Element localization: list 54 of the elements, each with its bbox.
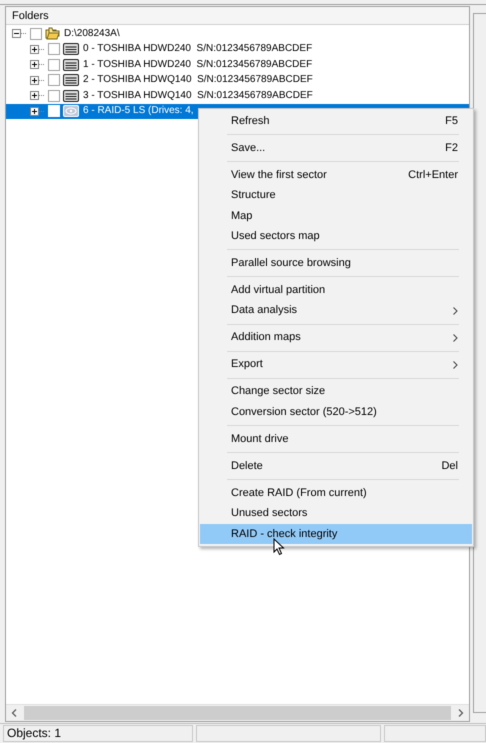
checkbox[interactable] bbox=[48, 58, 60, 71]
menu-item[interactable]: RAID - check integrity bbox=[200, 524, 472, 544]
tree-item-label[interactable]: 2 - TOSHIBA HDWQ140 S/N:0123456789ABCDEF bbox=[82, 73, 314, 88]
menu-item[interactable]: Mount drive bbox=[200, 428, 472, 450]
hard-drive-icon bbox=[63, 43, 79, 56]
scroll-right-icon[interactable] bbox=[457, 709, 464, 717]
menu-item[interactable]: Parallel source browsing bbox=[200, 253, 472, 274]
tree-item-label[interactable]: 1 - TOSHIBA HDWD240 S/N:0123456789ABCDEF bbox=[82, 58, 314, 72]
menu-item[interactable]: Addition maps bbox=[200, 327, 472, 348]
menu-item[interactable]: Conversion sector (520->512) bbox=[200, 402, 472, 422]
menu-item[interactable]: Refresh F5 bbox=[200, 111, 472, 132]
expand-toggle[interactable] bbox=[30, 60, 39, 70]
shortcut-label: F5 bbox=[445, 114, 458, 129]
tree-item-label[interactable]: 3 - TOSHIBA HDWQ140 S/N:0123456789ABCDEF bbox=[82, 88, 314, 103]
menu-item[interactable]: Used sectors map bbox=[200, 226, 472, 247]
menu-item[interactable]: Create RAID (From current) bbox=[200, 482, 472, 504]
disk-array-icon bbox=[63, 105, 79, 118]
tree-line bbox=[39, 110, 44, 112]
menu-item[interactable]: Map bbox=[200, 206, 472, 226]
tree-item-label[interactable]: D:\208243A\ bbox=[63, 26, 121, 41]
menu-item[interactable]: Structure bbox=[200, 185, 472, 206]
scrollbar-thumb[interactable] bbox=[24, 706, 451, 720]
menu-item[interactable]: Unused sectors bbox=[200, 503, 472, 524]
checkbox[interactable] bbox=[48, 90, 60, 102]
hard-drive-icon bbox=[63, 90, 79, 102]
expand-toggle[interactable] bbox=[30, 106, 39, 116]
status-bar-panel: Objects: 1 bbox=[3, 725, 193, 742]
expand-toggle[interactable] bbox=[30, 91, 39, 100]
hard-drive-icon bbox=[63, 74, 79, 86]
menu-item[interactable]: Add virtual partition bbox=[200, 280, 472, 300]
scroll-left-icon[interactable] bbox=[11, 709, 18, 717]
menu-item[interactable]: Export bbox=[200, 354, 472, 375]
tree-line bbox=[39, 80, 44, 81]
menu-item[interactable]: Change sector size bbox=[200, 381, 472, 402]
shortcut-label: Del bbox=[441, 458, 458, 474]
shortcut-label: F2 bbox=[445, 140, 458, 156]
menu-item[interactable]: Data analysis bbox=[200, 300, 472, 321]
folder-icon bbox=[45, 27, 60, 40]
horizontal-scrollbar[interactable] bbox=[6, 704, 469, 721]
checkbox[interactable] bbox=[30, 28, 42, 40]
hard-drive-icon bbox=[63, 58, 79, 71]
checkbox[interactable] bbox=[48, 43, 60, 56]
shortcut-label: Ctrl+Enter bbox=[408, 168, 458, 183]
tree-item-label[interactable]: 0 - TOSHIBA HDWD240 S/N:0123456789ABCDEF bbox=[82, 42, 314, 56]
expand-toggle[interactable] bbox=[30, 44, 39, 54]
tree-line bbox=[39, 48, 44, 50]
panel-header: Folders bbox=[6, 7, 469, 25]
expand-toggle[interactable] bbox=[30, 76, 39, 85]
mouse-pointer-icon bbox=[273, 538, 285, 556]
menu-item[interactable]: View the first sector Ctrl+Enter bbox=[200, 164, 472, 186]
checkbox[interactable] bbox=[48, 74, 60, 86]
collapse-toggle[interactable] bbox=[12, 29, 21, 38]
menu-item[interactable]: Delete Del bbox=[200, 456, 472, 476]
menu-item[interactable]: Save... F2 bbox=[200, 138, 472, 158]
